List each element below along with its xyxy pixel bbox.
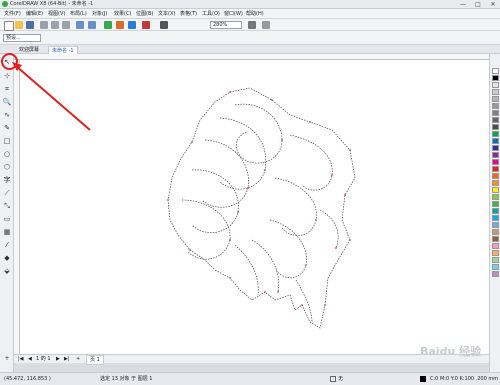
palette-swatch[interactable] [492, 82, 499, 88]
next-page-icon[interactable]: ▶ [56, 355, 60, 363]
palette-swatch[interactable] [492, 229, 499, 235]
palette-swatch[interactable] [492, 75, 499, 81]
palette-swatch[interactable] [492, 194, 499, 200]
palette-swatch[interactable] [492, 264, 499, 270]
outline-swatch[interactable] [420, 376, 426, 382]
add-page-icon[interactable]: + [76, 355, 80, 363]
palette-swatch[interactable] [492, 117, 499, 123]
outline-status: C:0 M:0 Y:0 K:100 .200 mm [430, 376, 499, 382]
palette-swatch[interactable] [492, 152, 499, 158]
palette-swatch[interactable] [492, 166, 499, 172]
first-page-icon[interactable]: |◀ [18, 355, 24, 363]
status-bar: (45.472, 116.853 ) 选定 13 对象 于 图层 1 无 C:0… [0, 345, 500, 385]
palette-swatch[interactable] [492, 145, 499, 151]
palette-swatch[interactable] [492, 236, 499, 242]
palette-swatch[interactable] [492, 131, 499, 137]
page-tab-1[interactable]: 页 1 [86, 355, 104, 365]
palette-swatch[interactable] [492, 103, 499, 109]
palette-swatch[interactable] [492, 208, 499, 214]
palette-swatch[interactable] [492, 250, 499, 256]
fill-swatch[interactable] [330, 376, 336, 382]
palette-swatch[interactable] [492, 243, 499, 249]
cursor-coordinates: (45.472, 116.853 ) [4, 376, 51, 382]
palette-swatch[interactable] [492, 187, 499, 193]
palette-swatch[interactable] [492, 159, 499, 165]
palette-swatch[interactable] [492, 271, 499, 277]
page-count: 1 的 1 [36, 356, 51, 362]
prev-page-icon[interactable]: ◀ [28, 355, 32, 363]
palette-swatch[interactable] [492, 110, 499, 116]
last-page-icon[interactable]: ▶| [64, 355, 70, 363]
palette-swatch[interactable] [492, 215, 499, 221]
palette-swatch[interactable] [492, 180, 499, 186]
page-navigator: |◀ ◀ 1 的 1 ▶ ▶| + 页 1 [14, 354, 489, 365]
color-palette [489, 54, 500, 372]
fill-status: 无 [338, 376, 344, 382]
watermark: Baidu 经验 [420, 345, 482, 358]
palette-swatch[interactable] [492, 124, 499, 130]
palette-swatch[interactable] [492, 257, 499, 263]
palette-swatch[interactable] [492, 89, 499, 95]
palette-swatch[interactable] [492, 68, 499, 74]
palette-swatch[interactable] [492, 201, 499, 207]
annotation-arrow [12, 62, 91, 131]
palette-swatch[interactable] [492, 138, 499, 144]
palette-swatch[interactable] [492, 96, 499, 102]
palette-swatch[interactable] [492, 173, 499, 179]
palette-swatch[interactable] [492, 222, 499, 228]
selection-info: 选定 13 对象 于 图层 1 [100, 376, 153, 382]
